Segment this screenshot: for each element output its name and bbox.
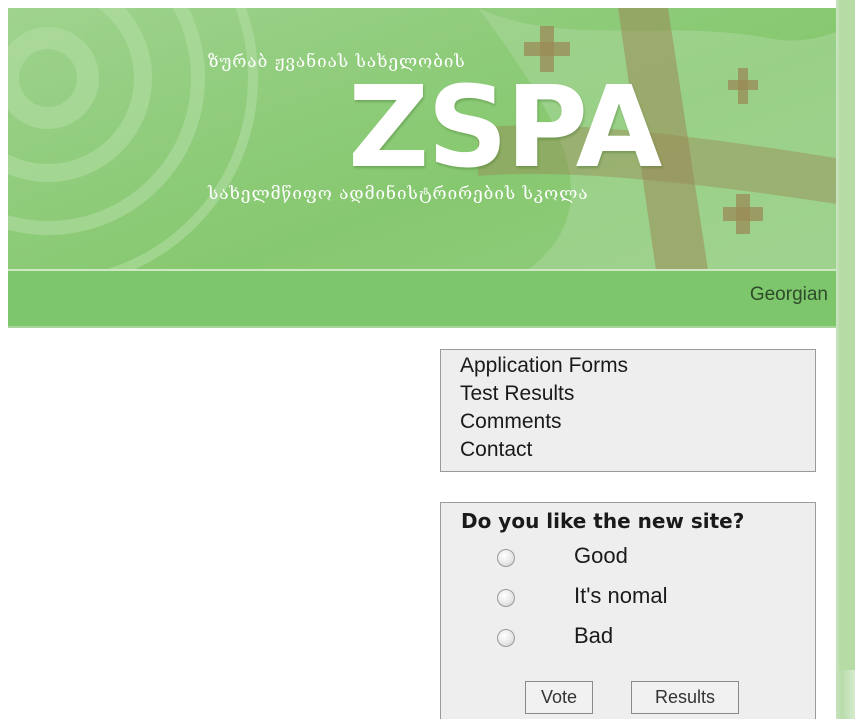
poll-box: Do you like the new site? Good It's noma… bbox=[440, 502, 816, 719]
vote-button[interactable]: Vote bbox=[525, 681, 593, 714]
logo: ZSPA bbox=[348, 63, 662, 193]
menu-item-test-results[interactable]: Test Results bbox=[460, 380, 815, 408]
nav-bar: Georgian bbox=[8, 271, 836, 328]
side-menu: Application Forms Test Results Comments … bbox=[440, 349, 816, 472]
right-frame-inner bbox=[839, 0, 855, 670]
top-strip bbox=[0, 0, 855, 8]
poll-option-label: It's nomal bbox=[574, 583, 668, 608]
poll-option-good: Good bbox=[497, 543, 797, 573]
menu-item-application-forms[interactable]: Application Forms bbox=[460, 352, 815, 380]
header-banner: ზურაბ ჟვანიას სახელობის ZSPA სახელმწიფო … bbox=[8, 8, 836, 270]
page: ზურაბ ჟვანიას სახელობის ZSPA სახელმწიფო … bbox=[0, 0, 855, 719]
poll-option-label: Good bbox=[574, 543, 628, 568]
menu-item-comments[interactable]: Comments bbox=[460, 408, 815, 436]
menu-item-contact[interactable]: Contact bbox=[460, 436, 815, 464]
radio-unselected-icon[interactable] bbox=[497, 629, 515, 647]
radio-unselected-icon[interactable] bbox=[497, 589, 515, 607]
language-link[interactable]: Georgian bbox=[750, 284, 828, 306]
results-button[interactable]: Results bbox=[631, 681, 739, 714]
poll-question: Do you like the new site? bbox=[461, 509, 745, 533]
poll-option-label: Bad bbox=[574, 623, 614, 648]
poll-option-normal: It's nomal bbox=[497, 583, 797, 613]
radio-unselected-icon[interactable] bbox=[497, 549, 515, 567]
poll-option-bad: Bad bbox=[497, 623, 797, 653]
school-name-line-2: სახელმწიფო ადმინისტრირების სკოლა bbox=[208, 184, 589, 204]
